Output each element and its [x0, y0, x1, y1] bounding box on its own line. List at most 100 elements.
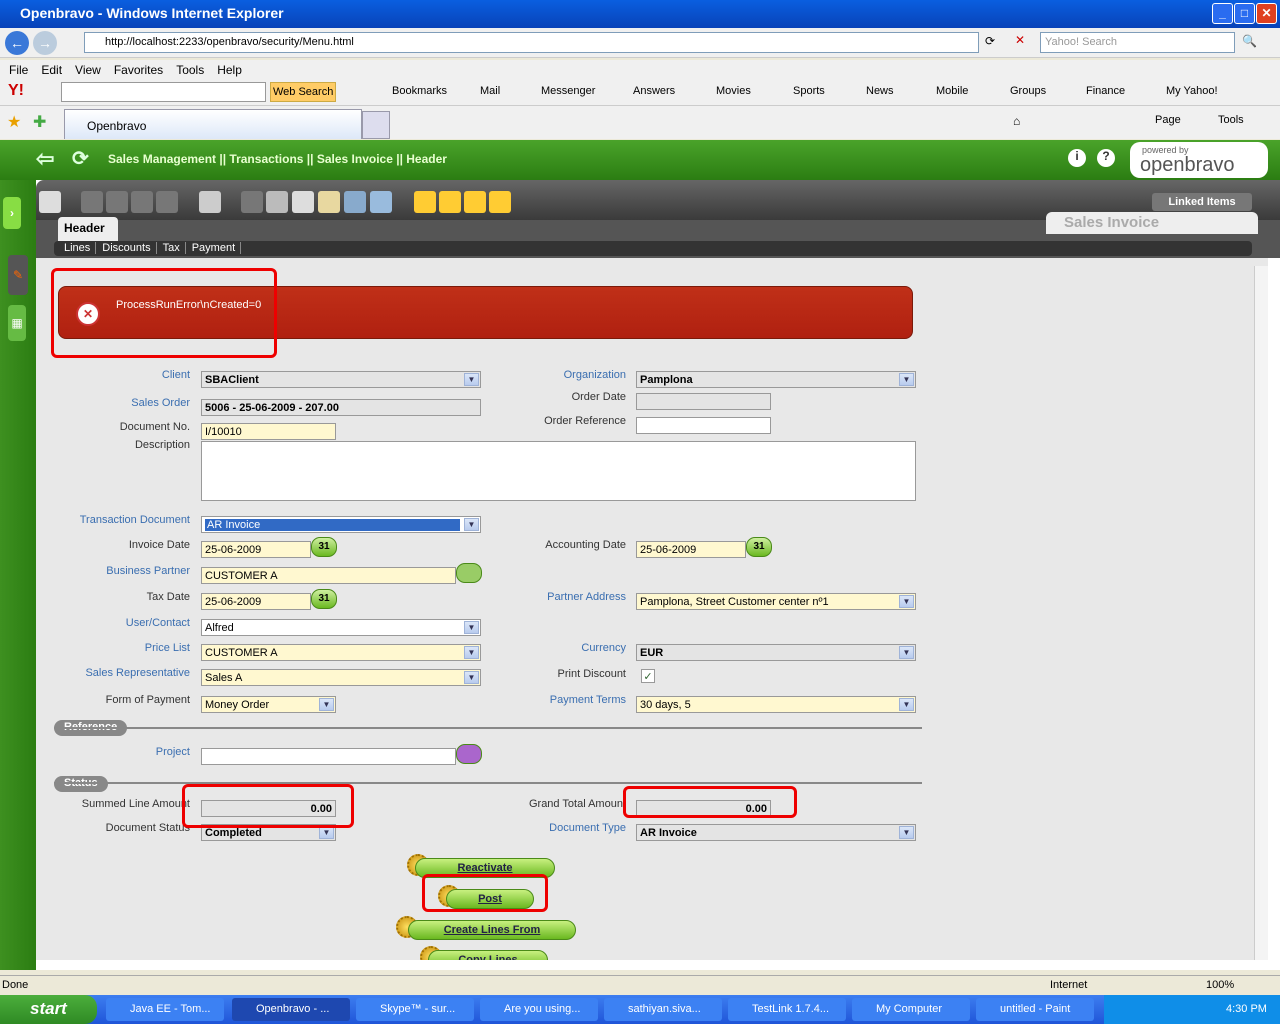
- menu-tools[interactable]: Tools: [176, 63, 204, 77]
- new-tab-button[interactable]: [362, 111, 390, 139]
- label-document-type[interactable]: Document Type: [476, 822, 626, 834]
- section-status[interactable]: Status: [54, 776, 108, 792]
- label-business-partner[interactable]: Business Partner: [40, 565, 190, 577]
- subtab-tax[interactable]: Tax: [162, 242, 186, 254]
- field-print-discount[interactable]: ✓: [641, 669, 655, 683]
- expand-menu-button[interactable]: ›: [3, 197, 21, 229]
- previous-record-icon[interactable]: [439, 191, 461, 213]
- linked-items-button[interactable]: Linked Items: [1152, 193, 1252, 211]
- label-payment-terms[interactable]: Payment Terms: [476, 694, 626, 706]
- chevron-down-icon[interactable]: ▼: [464, 518, 479, 531]
- undo-icon[interactable]: [241, 191, 263, 213]
- field-currency[interactable]: EUR ▼: [636, 644, 916, 661]
- field-order-date[interactable]: [636, 393, 771, 410]
- copy-icon[interactable]: [106, 191, 128, 213]
- calendar-icon[interactable]: 31: [311, 589, 337, 609]
- field-sales-representative[interactable]: Sales A ▼: [201, 669, 481, 686]
- chevron-down-icon[interactable]: ▼: [899, 698, 914, 711]
- field-invoice-date[interactable]: 25-06-2009: [201, 541, 311, 558]
- calendar-icon[interactable]: 31: [311, 537, 337, 557]
- label-transaction-document[interactable]: Transaction Document: [40, 514, 190, 526]
- favorites-star-icon[interactable]: ★: [7, 112, 21, 132]
- field-sales-order[interactable]: 5006 - 25-06-2009 - 207.00: [201, 399, 481, 416]
- refresh-icon[interactable]: ⟳: [985, 34, 995, 48]
- search-selector-icon[interactable]: [456, 744, 482, 764]
- save-next-icon[interactable]: [156, 191, 178, 213]
- help-icon[interactable]: ?: [1097, 149, 1115, 167]
- yahoo-answers[interactable]: Answers: [633, 85, 675, 97]
- field-document-no-[interactable]: I/10010: [201, 423, 336, 440]
- label-price-list[interactable]: Price List: [40, 642, 190, 654]
- field-accounting-date[interactable]: 25-06-2009: [636, 541, 746, 558]
- yahoo-mail[interactable]: Mail: [480, 85, 500, 97]
- field-user-contact[interactable]: Alfred ▼: [201, 619, 481, 636]
- yahoo-news[interactable]: News: [866, 85, 894, 97]
- calendar-icon[interactable]: 31: [746, 537, 772, 557]
- field-tax-date[interactable]: 25-06-2009: [201, 593, 311, 610]
- yahoo-sports[interactable]: Sports: [793, 85, 825, 97]
- audit-icon[interactable]: [370, 191, 392, 213]
- info-icon[interactable]: i: [1068, 149, 1086, 167]
- yahoo-search-input[interactable]: [61, 82, 266, 102]
- label-currency[interactable]: Currency: [476, 642, 626, 654]
- maximize-button[interactable]: □: [1234, 3, 1255, 24]
- field-document-type[interactable]: AR Invoice ▼: [636, 824, 916, 841]
- page-menu[interactable]: Page: [1155, 114, 1181, 126]
- label-user-contact[interactable]: User/Contact: [40, 617, 190, 629]
- add-favorite-icon[interactable]: ✚: [33, 112, 46, 132]
- label-partner-address[interactable]: Partner Address: [476, 591, 626, 603]
- yahoo-myyahoo[interactable]: My Yahoo!: [1166, 85, 1218, 97]
- taskbar-item[interactable]: Openbravo - ...: [232, 998, 350, 1021]
- yahoo-bookmarks[interactable]: Bookmarks: [392, 85, 447, 97]
- yahoo-finance[interactable]: Finance: [1086, 85, 1125, 97]
- create-lines-from-button[interactable]: Create Lines From: [408, 920, 576, 940]
- grid-view-icon[interactable]: ▦: [8, 305, 26, 341]
- search-icon[interactable]: 🔍: [1242, 34, 1257, 48]
- yahoo-mobile[interactable]: Mobile: [936, 85, 968, 97]
- field-description[interactable]: [201, 441, 916, 501]
- field-partner-address[interactable]: Pamplona, Street Customer center nº1 ▼: [636, 593, 916, 610]
- first-record-icon[interactable]: [414, 191, 436, 213]
- field-form-of-payment[interactable]: Money Order ▼: [201, 696, 336, 713]
- yahoo-messenger[interactable]: Messenger: [541, 85, 595, 97]
- taskbar-item[interactable]: TestLink 1.7.4...: [728, 998, 846, 1021]
- forward-icon[interactable]: →: [33, 31, 57, 55]
- new-record-icon[interactable]: [39, 191, 61, 213]
- tools-menu[interactable]: Tools: [1218, 114, 1244, 126]
- address-input[interactable]: http://localhost:2233/openbravo/security…: [84, 32, 979, 53]
- field-order-reference[interactable]: [636, 417, 771, 434]
- taskbar-item[interactable]: Java EE - Tom...: [106, 998, 224, 1021]
- field-project[interactable]: [201, 748, 456, 765]
- field-payment-terms[interactable]: 30 days, 5 ▼: [636, 696, 916, 713]
- label-client[interactable]: Client: [40, 369, 190, 381]
- label-sales-representative[interactable]: Sales Representative: [40, 667, 190, 679]
- zoom-level[interactable]: 100%: [1206, 979, 1234, 991]
- yahoo-logo[interactable]: Y!: [8, 82, 24, 100]
- chevron-down-icon[interactable]: ▼: [899, 826, 914, 839]
- menu-favorites[interactable]: Favorites: [114, 63, 163, 77]
- save-icon[interactable]: [131, 191, 153, 213]
- vertical-scrollbar[interactable]: [1254, 266, 1268, 960]
- search-icon[interactable]: [344, 191, 366, 213]
- menu-edit[interactable]: Edit: [41, 63, 62, 77]
- yahoo-groups[interactable]: Groups: [1010, 85, 1046, 97]
- back-icon[interactable]: ←: [5, 31, 29, 55]
- subtab-discounts[interactable]: Discounts: [102, 242, 157, 254]
- field-transaction-document[interactable]: AR Invoice ▼: [201, 516, 481, 533]
- field-business-partner[interactable]: CUSTOMER A: [201, 567, 456, 584]
- edit-view-icon[interactable]: ✎: [8, 255, 28, 295]
- field-organization[interactable]: Pamplona ▼: [636, 371, 916, 388]
- taskbar-item[interactable]: My Computer: [852, 998, 970, 1021]
- print-icon[interactable]: [292, 191, 314, 213]
- back-arrow-icon[interactable]: ⇦: [36, 146, 54, 172]
- menu-help[interactable]: Help: [217, 63, 242, 77]
- label-organization[interactable]: Organization: [476, 369, 626, 381]
- subtab-payment[interactable]: Payment: [191, 242, 242, 254]
- chevron-down-icon[interactable]: ▼: [464, 621, 479, 634]
- last-record-icon[interactable]: [489, 191, 511, 213]
- copy-lines-button[interactable]: Copy Lines: [428, 950, 548, 960]
- menu-file[interactable]: File: [9, 63, 28, 77]
- search-input[interactable]: Yahoo! Search: [1040, 32, 1235, 53]
- taskbar-item[interactable]: Are you using...: [480, 998, 598, 1021]
- copy-icon[interactable]: [81, 191, 103, 213]
